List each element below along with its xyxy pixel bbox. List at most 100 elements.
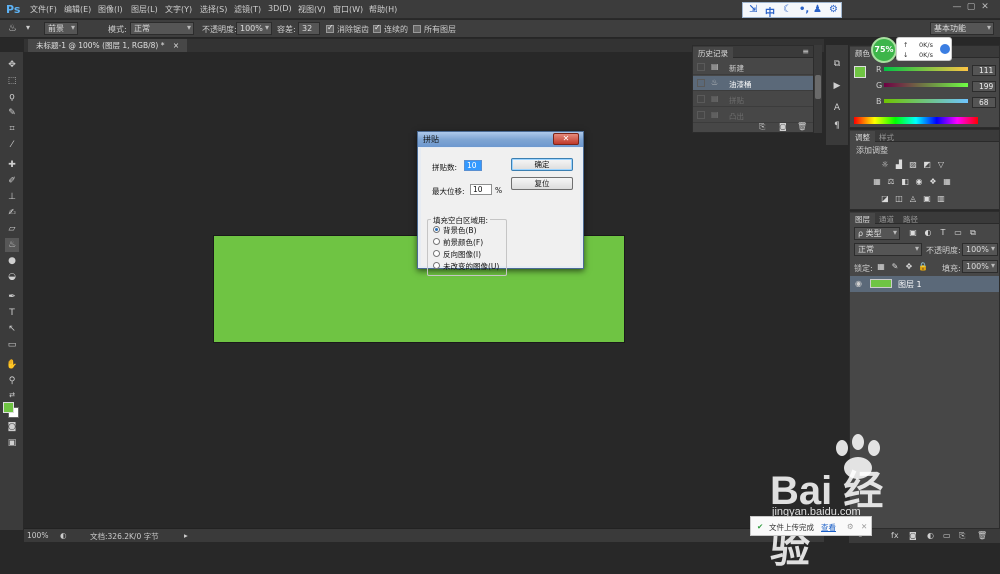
close-button[interactable]: ✕ [978, 2, 992, 14]
quick-mask-icon[interactable]: ◙ [5, 420, 19, 434]
ime-user-icon[interactable]: ♟ [813, 4, 822, 15]
stamp-tool-icon[interactable]: ⊥ [5, 190, 19, 204]
menu-window[interactable]: 窗口(W) [333, 4, 363, 15]
exposure-icon[interactable]: ◩ [922, 160, 932, 170]
eraser-tool-icon[interactable]: ▱ [5, 222, 19, 236]
close-notice-icon[interactable]: ✕ [861, 522, 867, 531]
menu-filter[interactable]: 滤镜(T) [234, 4, 261, 15]
history-checkbox[interactable] [697, 111, 705, 119]
vibrance-icon[interactable]: ▦ [872, 177, 882, 187]
hue-saturation-icon[interactable]: ⚖ [886, 177, 896, 187]
selective-color-icon[interactable]: ▣ [922, 194, 932, 204]
paint-bucket-tool-icon[interactable]: ♨ [5, 238, 19, 252]
contiguous-checkbox[interactable] [373, 23, 381, 33]
lock-pixels-icon[interactable]: ✎ [890, 262, 900, 272]
menu-layer[interactable]: 图层(L) [131, 4, 158, 15]
history-checkbox[interactable] [697, 95, 705, 103]
fill-unaltered-label[interactable]: 未改变的图像(U) [443, 261, 499, 272]
layer-opacity-input[interactable]: 100% [962, 243, 998, 256]
ime-punct-icon[interactable]: •, [799, 4, 809, 15]
fill-foreground-radio[interactable] [433, 238, 440, 245]
lock-position-icon[interactable]: ✥ [904, 262, 914, 272]
character-panel-icon[interactable]: A [830, 101, 844, 115]
camera-icon[interactable]: ◙ [779, 122, 787, 131]
fill-unaltered-radio[interactable] [433, 262, 440, 269]
r-slider[interactable] [884, 67, 968, 71]
shape-tool-icon[interactable]: ▭ [5, 338, 19, 352]
paint-bucket-icon[interactable]: ♨ [8, 23, 17, 34]
eyedropper-tool-icon[interactable]: ⁄ [5, 138, 19, 152]
lasso-tool-icon[interactable]: ϙ [5, 90, 19, 104]
dialog-close-button[interactable]: ✕ [553, 133, 579, 145]
history-scrollbar[interactable] [814, 45, 822, 133]
quick-select-tool-icon[interactable]: ✎ [5, 106, 19, 120]
panel-menu-icon[interactable]: ≡ [802, 47, 809, 56]
filter-smart-icon[interactable]: ⧉ [968, 228, 978, 238]
filter-adjust-icon[interactable]: ◐ [923, 228, 933, 238]
marquee-tool-icon[interactable]: ⬚ [5, 74, 19, 88]
healing-tool-icon[interactable]: ✚ [5, 158, 19, 172]
b-value[interactable]: 68 [972, 97, 996, 108]
tab-channels[interactable]: 通道 [874, 213, 899, 226]
color-balance-icon[interactable]: ◧ [900, 177, 910, 187]
tab-styles[interactable]: 样式 [874, 131, 899, 144]
new-layer-icon[interactable]: ⎘ [959, 531, 965, 541]
history-panel-icon[interactable]: ⧉ [830, 57, 844, 71]
photo-filter-icon[interactable]: ❖ [928, 177, 938, 187]
history-checkbox[interactable] [697, 79, 705, 87]
r-value[interactable]: 111 [972, 65, 996, 76]
history-row[interactable]: ▤ 新建 [693, 60, 813, 75]
layer-row[interactable]: ◉ 图层 1 [850, 276, 999, 292]
fill-foreground-label[interactable]: 前景颜色(F) [443, 237, 483, 248]
menu-view[interactable]: 视图(V) [298, 4, 326, 15]
dodge-tool-icon[interactable]: ◒ [5, 270, 19, 284]
ime-chinese-toggle[interactable]: 中 [765, 4, 775, 19]
g-slider[interactable] [884, 83, 968, 87]
history-row-active[interactable]: ♨ 油漆桶 [693, 76, 813, 91]
menu-help[interactable]: 帮助(H) [369, 4, 397, 15]
group-icon[interactable]: ▭ [943, 531, 951, 540]
crop-tool-icon[interactable]: ⌗ [5, 122, 19, 136]
fill-inverse-radio[interactable] [433, 250, 440, 257]
perf-gauge[interactable]: 75% [871, 37, 897, 63]
menu-select[interactable]: 选择(S) [200, 4, 227, 15]
zoom-readout[interactable]: 100% [27, 531, 48, 540]
screen-mode-icon[interactable]: ▣ [5, 436, 19, 450]
lock-transparent-icon[interactable]: ▦ [876, 262, 886, 272]
hand-tool-icon[interactable]: ✋ [5, 358, 19, 372]
color-lookup-icon[interactable]: ▦ [942, 177, 952, 187]
settings-icon[interactable]: ⚙ [847, 522, 854, 531]
black-white-icon[interactable]: ◉ [914, 177, 924, 187]
history-checkbox[interactable] [697, 63, 705, 71]
menu-type[interactable]: 文字(Y) [165, 4, 192, 15]
fill-source-select[interactable]: 前景 [44, 22, 78, 35]
paragraph-panel-icon[interactable]: ¶ [830, 119, 844, 133]
adjustment-layer-icon[interactable]: ◐ [927, 531, 934, 540]
ime-icon[interactable]: ⇲ [749, 4, 757, 15]
maximize-button[interactable]: ▢ [964, 2, 978, 14]
visibility-eye-icon[interactable]: ◉ [855, 279, 862, 288]
curves-icon[interactable]: ▨ [908, 160, 918, 170]
tab-adjustments[interactable]: 调整 [850, 131, 875, 144]
history-row[interactable]: ▤ 凸出 [693, 108, 813, 123]
status-icon[interactable]: ◐ [60, 531, 67, 540]
scrollbar-thumb[interactable] [815, 75, 821, 99]
opacity-input[interactable]: 100% [236, 22, 272, 35]
layer-filter-select[interactable]: ρ 类型 [854, 227, 900, 240]
levels-icon[interactable]: ▟ [894, 160, 904, 170]
color-fg-swatch[interactable] [854, 66, 866, 78]
path-select-tool-icon[interactable]: ↖ [5, 322, 19, 336]
reset-button[interactable]: 复位 [511, 177, 573, 190]
menu-3d[interactable]: 3D(D) [268, 4, 292, 13]
menu-edit[interactable]: 编辑(E) [64, 4, 91, 15]
fill-background-radio[interactable] [433, 226, 440, 233]
ok-button[interactable]: 确定 [511, 158, 573, 171]
threshold-icon[interactable]: ◬ [908, 194, 918, 204]
filter-shape-icon[interactable]: ▭ [953, 228, 963, 238]
menu-file[interactable]: 文件(F) [30, 4, 57, 15]
invert-icon[interactable]: ◪ [880, 194, 890, 204]
history-row[interactable]: ▤ 拼贴 [693, 92, 813, 107]
mode-select[interactable]: 正常 [130, 22, 194, 35]
tile-count-input[interactable]: 10 [464, 160, 482, 171]
tab-paths[interactable]: 路径 [898, 213, 923, 226]
